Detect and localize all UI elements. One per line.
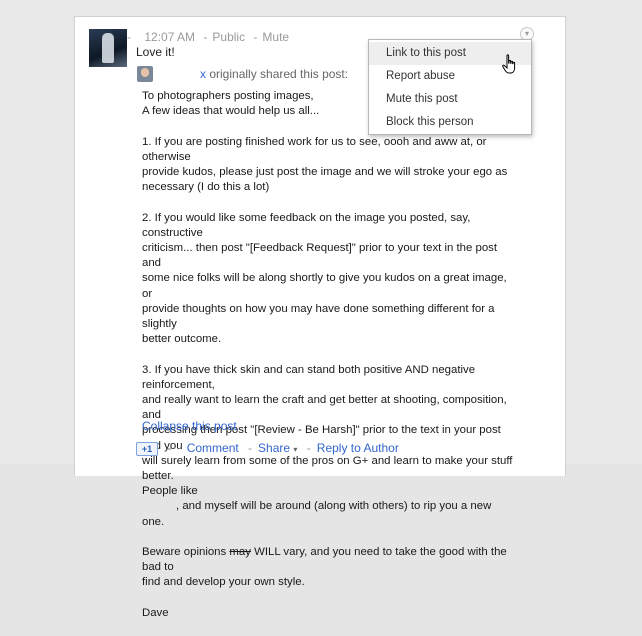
reply-to-author-link[interactable]: Reply to Author: [317, 441, 399, 455]
plus-one-button[interactable]: +1: [136, 441, 158, 456]
menu-item-mute-post[interactable]: Mute this post: [369, 88, 531, 111]
chevron-down-icon: ▾: [524, 29, 529, 38]
post-timestamp[interactable]: 12:07 AM: [144, 30, 195, 44]
original-author-avatar[interactable]: [137, 66, 153, 82]
paragraph-3: 2. If you would like some feedback on th…: [142, 211, 507, 346]
avatar-figure: [102, 33, 114, 63]
paragraph-2: 1. If you are posting finished work for …: [142, 135, 508, 194]
signature: Dave: [142, 606, 169, 619]
mute-link[interactable]: Mute: [262, 30, 289, 44]
avatar-face: [141, 68, 149, 77]
paragraph-5: Beware opinions may WILL vary, and you n…: [142, 546, 507, 589]
reshare-comment: Love it!: [136, 45, 175, 59]
post-visibility[interactable]: Public: [212, 30, 245, 44]
shared-attribution: x originally shared this post:: [200, 67, 348, 81]
menu-item-block-person[interactable]: Block this person: [369, 111, 531, 134]
shared-suffix: originally shared this post:: [209, 67, 349, 81]
share-link[interactable]: Share: [258, 441, 290, 455]
post-header: - 12:07 AM - Public - Mute: [127, 30, 290, 44]
hand-cursor-icon: [502, 54, 516, 74]
post-body: To photographers posting images, A few i…: [142, 89, 514, 636]
author-avatar[interactable]: [89, 29, 127, 67]
header-dash: -: [127, 30, 131, 44]
post-actions-bar: +1 - Comment - Share ▾ - Reply to Author: [136, 441, 399, 456]
share-caret-icon[interactable]: ▾: [293, 445, 297, 454]
collapse-post-link[interactable]: Collapse this post: [142, 419, 237, 433]
comment-link[interactable]: Comment: [187, 441, 239, 455]
original-author-link[interactable]: x: [200, 67, 206, 81]
